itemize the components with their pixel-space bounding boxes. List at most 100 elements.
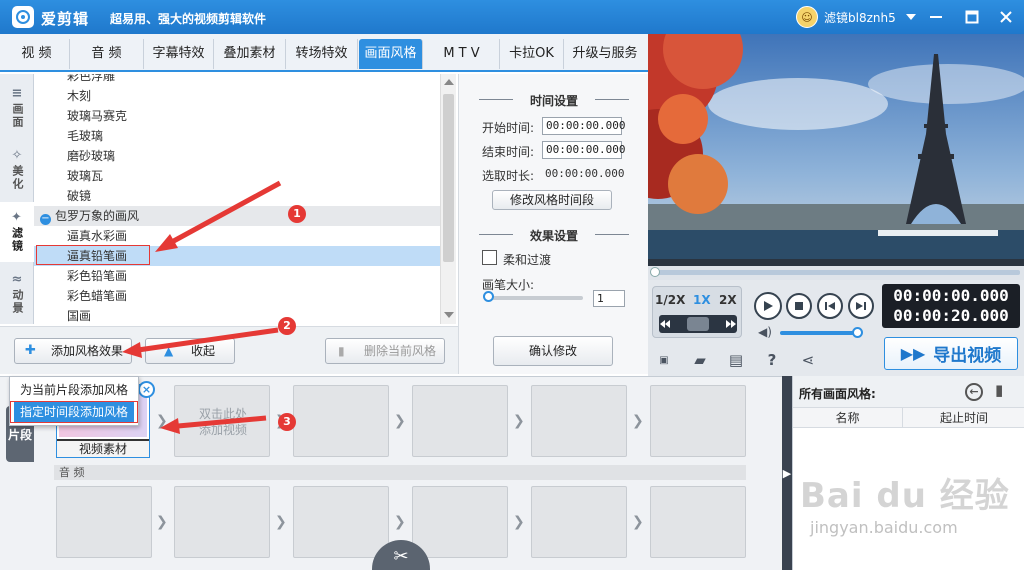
audio-slot[interactable]: [412, 486, 508, 558]
scroll-up-icon[interactable]: [444, 79, 454, 85]
audio-slot[interactable]: [56, 486, 152, 558]
list-item[interactable]: 玻璃瓦: [34, 166, 440, 186]
fade-label: 柔和过渡: [503, 253, 552, 267]
chevron-right-icon: ❯: [632, 514, 644, 530]
scroll-down-icon[interactable]: [444, 312, 454, 318]
rail-item-filter[interactable]: ✦ 滤镜: [0, 202, 34, 262]
avatar: ☺: [796, 6, 818, 28]
audio-slot[interactable]: [174, 486, 270, 558]
delete-style-button[interactable]: ▮ 删除当前风格: [325, 338, 445, 364]
add-style-button[interactable]: ✚ 添加风格效果: [14, 338, 132, 364]
tab-overlay[interactable]: 叠加素材: [214, 39, 286, 69]
speed-2x-button[interactable]: 2X: [719, 293, 737, 307]
tab-picture-style[interactable]: 画面风格: [359, 39, 423, 69]
brush-size-slider-handle[interactable]: [483, 291, 494, 302]
volume-slider[interactable]: [780, 331, 860, 335]
next-frame-button[interactable]: [848, 293, 874, 319]
confirm-button[interactable]: 确认修改: [493, 336, 613, 366]
start-time-field[interactable]: 00:00:00.000: [542, 117, 625, 135]
volume-slider-handle[interactable]: [852, 327, 863, 338]
tab-mtv[interactable]: M T V: [424, 39, 500, 69]
tab-audio[interactable]: 音 频: [70, 39, 144, 69]
list-scrollbar[interactable]: [440, 74, 456, 324]
end-time-field[interactable]: 00:00:00.000: [542, 141, 625, 159]
audio-slot[interactable]: [650, 486, 746, 558]
panel-toggle[interactable]: ▶: [782, 376, 792, 570]
progress-handle[interactable]: [650, 267, 660, 277]
back-arrow-icon[interactable]: ←: [965, 383, 983, 401]
empty-video-slot[interactable]: 双击此处 添加视频: [174, 385, 270, 457]
maximize-button[interactable]: [958, 4, 986, 30]
open-folder-icon[interactable]: ▰: [690, 350, 710, 370]
style-action-bar: ✚ 添加风格效果 ▲ 收起 ▮ 删除当前风格: [0, 326, 458, 374]
scissors-icon: ✂: [393, 546, 409, 567]
speed-half-button[interactable]: 1/2X: [655, 293, 685, 307]
tab-transitions[interactable]: 转场特效: [286, 39, 358, 69]
video-preview[interactable]: [648, 34, 1024, 266]
list-item[interactable]: 毛玻璃: [34, 126, 440, 146]
list-item[interactable]: 彩色蜡笔画: [34, 286, 440, 306]
save-icon[interactable]: ▤: [726, 350, 746, 370]
collapse-icon[interactable]: −: [40, 214, 51, 225]
wand-icon: ✦: [11, 210, 22, 225]
modify-time-button[interactable]: 修改风格时间段: [492, 190, 612, 210]
user-menu[interactable]: ☺ 滤镜bl8znh5: [796, 6, 916, 28]
list-item[interactable]: 磨砂玻璃: [34, 146, 440, 166]
progress-track[interactable]: [652, 270, 1020, 275]
app-logo-icon: [12, 6, 34, 28]
list-group-header[interactable]: − 包罗万象的画风: [34, 206, 440, 226]
scroll-thumb[interactable]: [443, 94, 454, 262]
trash-icon[interactable]: ▮: [995, 381, 1003, 399]
audio-slot[interactable]: [293, 486, 389, 558]
annotation-badge-2: 2: [278, 317, 296, 335]
stop-button[interactable]: [786, 293, 812, 319]
menu-item-current-clip[interactable]: 为当前片段添加风格: [14, 380, 134, 400]
list-item[interactable]: 国画: [34, 306, 440, 324]
new-project-icon[interactable]: ▣: [654, 350, 674, 370]
volume-icon[interactable]: ◀): [758, 325, 772, 339]
export-video-button[interactable]: ▶▶ 导出视频: [884, 337, 1018, 370]
start-time-label: 开始时间:: [482, 121, 535, 135]
list-item[interactable]: 彩色铅笔画: [34, 266, 440, 286]
list-item[interactable]: 破镜: [34, 186, 440, 206]
empty-slot-hint: 双击此处: [198, 407, 247, 421]
play-button[interactable]: [754, 292, 782, 320]
duration-value: 00:00:00.000: [545, 167, 625, 180]
share-icon[interactable]: ⋖: [798, 350, 818, 370]
tab-subtitle-effects[interactable]: 字幕特效: [144, 39, 214, 69]
close-button[interactable]: [992, 4, 1020, 30]
stop-icon: [795, 302, 803, 310]
list-item[interactable]: 木刻: [34, 86, 440, 106]
video-slot[interactable]: [412, 385, 508, 457]
prev-frame-button[interactable]: [817, 293, 843, 319]
audio-slot[interactable]: [531, 486, 627, 558]
jog-shuttle[interactable]: [659, 315, 737, 333]
duration-label: 选取时长:: [482, 169, 535, 183]
chevron-right-icon: ❯: [513, 413, 525, 429]
list-item[interactable]: 玻璃马赛克: [34, 106, 440, 126]
help-icon[interactable]: ?: [762, 350, 782, 370]
video-slot[interactable]: [650, 385, 746, 457]
rail-item-beautify[interactable]: ✧ 美化: [0, 140, 34, 200]
tab-video[interactable]: 视 频: [4, 39, 70, 69]
video-slot[interactable]: [531, 385, 627, 457]
minimize-button[interactable]: [922, 4, 950, 30]
list-item[interactable]: 彩色浮雕: [34, 74, 440, 86]
brush-size-slider[interactable]: [487, 296, 583, 300]
player-controls: 1/2X 1X 2X 00:00:00.000 00:00:20.000 ◀): [648, 280, 1024, 344]
rail-item-motion[interactable]: ≈ 动景: [0, 264, 34, 324]
tab-karaoke[interactable]: 卡拉OK: [500, 39, 564, 69]
category-rail: ≡ 画面 ✧ 美化 ✦ 滤镜 ≈ 动景: [0, 74, 34, 324]
settings-panel: 时间设置 开始时间: 00:00:00.000 结束时间: 00:00:00.0…: [458, 74, 648, 374]
remove-clip-icon[interactable]: ×: [138, 381, 155, 398]
rail-item-picture[interactable]: ≡ 画面: [0, 78, 34, 138]
chevron-right-icon: ❯: [632, 413, 644, 429]
playback-progress[interactable]: [648, 266, 1024, 280]
brush-size-input[interactable]: 1: [593, 290, 625, 307]
collapse-button[interactable]: ▲ 收起: [145, 338, 235, 364]
video-slot[interactable]: [293, 385, 389, 457]
fade-checkbox[interactable]: [482, 250, 497, 265]
list-item[interactable]: 逼真水彩画: [34, 226, 440, 246]
speed-1x-button[interactable]: 1X: [693, 293, 711, 307]
tab-upgrade[interactable]: 升级与服务: [564, 39, 646, 69]
